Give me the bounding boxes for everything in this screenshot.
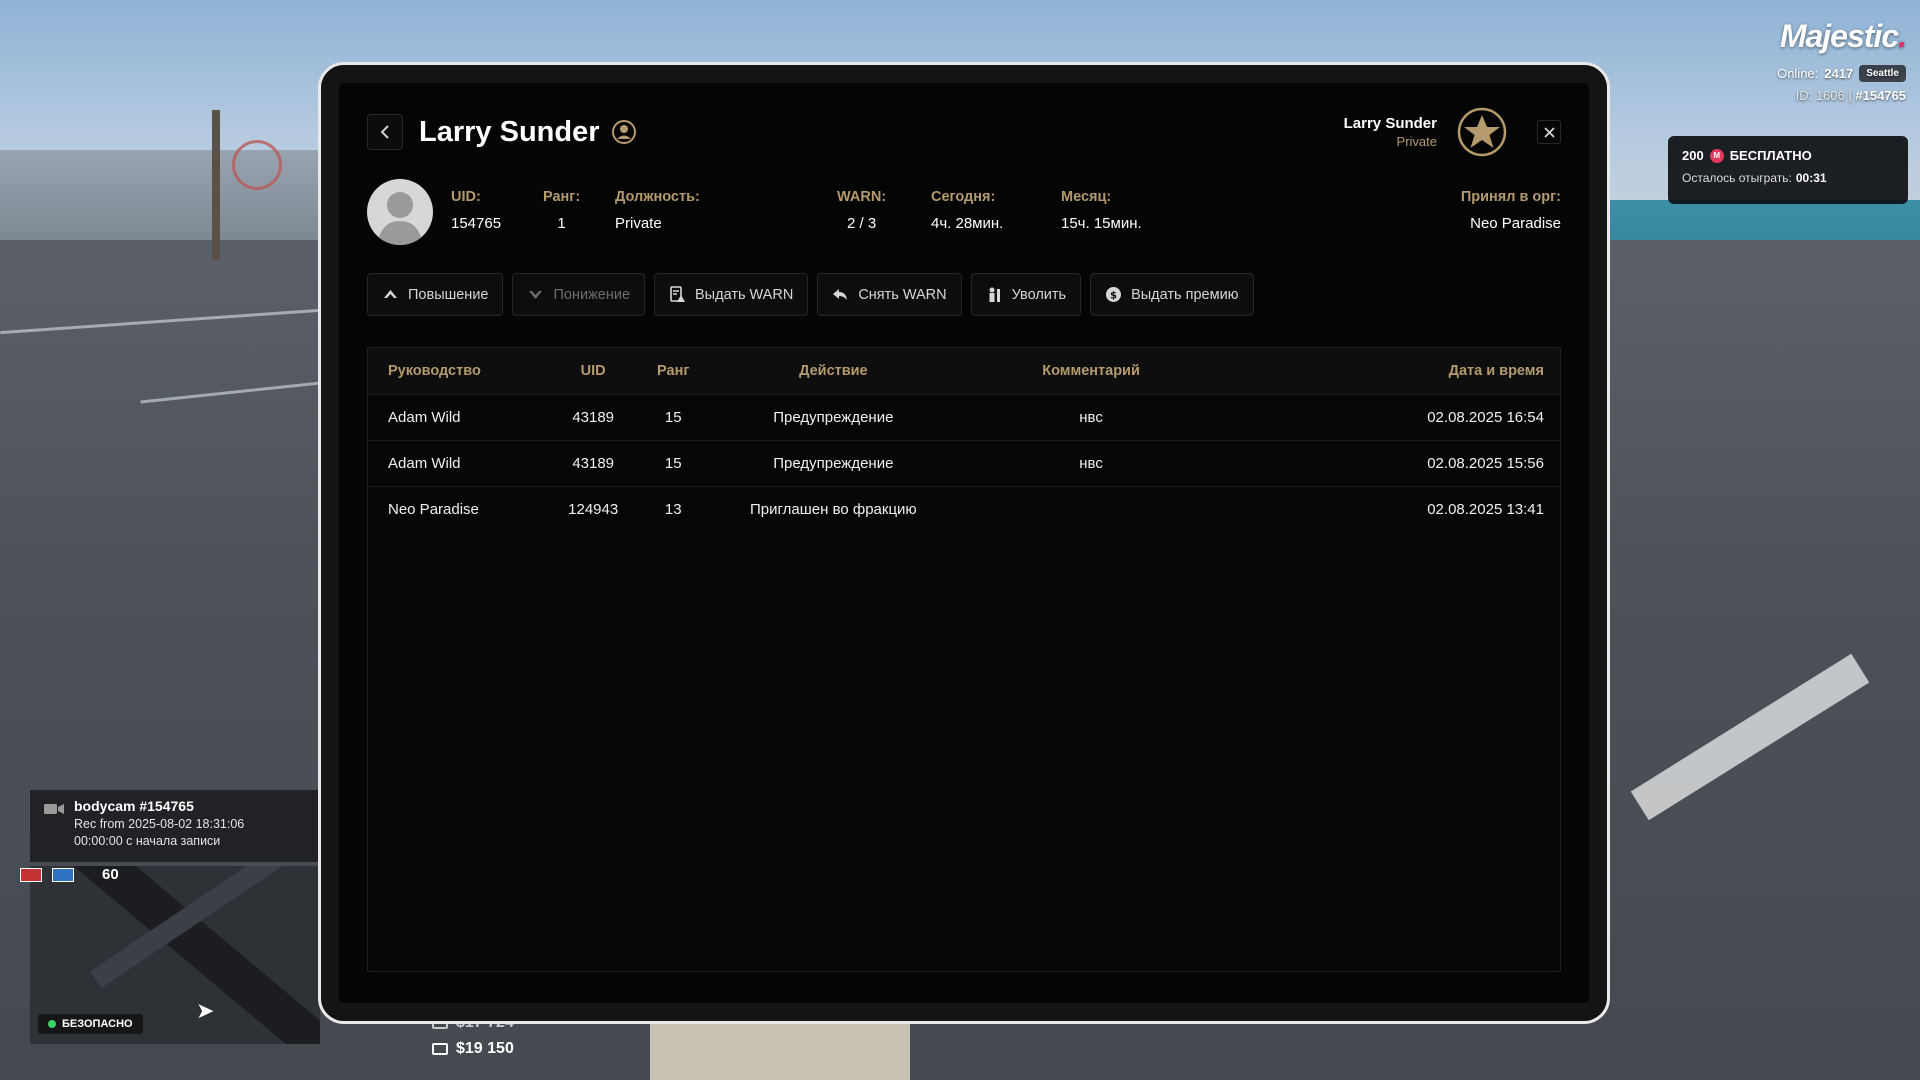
server-badge: Seattle [1859,65,1906,82]
profile-icon[interactable] [611,120,636,144]
bodycam-rec: Rec from 2025-08-02 18:31:06 [74,817,245,831]
remove-warn-button[interactable]: Снять WARN [817,273,962,316]
info-warn: WARN: 2 / 3 [837,189,887,232]
close-button[interactable] [1537,120,1561,144]
info-uid: UID: 154765 [451,189,502,232]
brand-logo: Majestic. [1779,18,1907,54]
coin-icon: $ [1106,287,1122,302]
member-profile-panel: Larry Sunder Larry Sunder Private UID: 1… [339,83,1589,1003]
bodycam-overlay: bodycam #154765 Rec from 2025-08-02 18:3… [30,790,320,862]
col-header-uid[interactable]: UID [548,348,638,394]
status-red-icon [20,867,42,882]
info-today: Сегодня: 4ч. 28мин. [931,189,1004,232]
header-player-name: Larry Sunder [1343,115,1437,132]
card-icon [432,1043,448,1055]
chevron-up-icon [384,290,397,298]
dismiss-button[interactable]: Уволить [970,273,1082,316]
status-blue-icon [52,867,74,882]
camera-icon [44,804,64,814]
table-row[interactable]: Neo Paradise 124943 13 Приглашен во фрак… [368,486,1560,532]
issue-warn-button[interactable]: Выдать WARN [654,273,809,316]
server-info-hud: Majestic. Online: 2417 Seattle ID: 1606 … [1777,18,1907,103]
free-reward-card[interactable]: 200 M БЕСПЛАТНО Осталось отыграть: 00:31 [1668,136,1908,204]
back-button[interactable] [367,114,403,150]
tablet-frame: Larry Sunder Larry Sunder Private UID: 1… [318,62,1610,1024]
star-badge-icon [1457,107,1507,157]
close-icon [1543,126,1555,138]
table-header-row: Руководство UID Ранг Действие Комментари… [368,348,1560,394]
bonus-button[interactable]: $ Выдать премию [1090,273,1254,316]
col-header-management[interactable]: Руководство [368,348,548,394]
undo-arrow-icon [833,289,848,300]
player-id: ID: 1606 | #154765 [1795,88,1906,103]
action-bar: Повышение Понижение Выдать WARN Снять WA… [367,273,1561,316]
zone-status: БЕЗОПАСНО [38,1014,143,1034]
promote-button[interactable]: Повышение [367,273,504,316]
col-header-comment[interactable]: Комментарий [958,348,1223,394]
coin-icon: M [1709,148,1724,163]
chevron-down-icon [529,291,543,299]
speed-value: 60 [102,866,119,883]
lamp-pole [212,110,220,260]
online-counter: Online: 2417 Seattle [1777,65,1906,82]
info-joined: Принял в орг: Neo Paradise [1460,189,1561,232]
table-row[interactable]: Adam Wild 43189 15 Предупреждение нвс 02… [368,440,1560,486]
document-warn-icon [670,286,686,302]
history-table: Руководство UID Ранг Действие Комментари… [367,347,1561,972]
vehicle-status: 60 [20,866,119,883]
svg-text:$: $ [1110,291,1117,302]
info-rank: Ранг: 1 [543,189,581,232]
avatar-silhouette-icon [377,192,423,245]
player-name: Larry Sunder [419,115,600,148]
bodycam-elapsed: 00:00:00 с начала записи [74,834,221,848]
col-header-rank[interactable]: Ранг [638,348,708,394]
ferris-wheel [232,140,282,190]
character-legs [650,1020,910,1080]
table-row[interactable]: Adam Wild 43189 15 Предупреждение нвс 02… [368,394,1560,440]
member-info-row: UID: 154765 Ранг: 1 Должность: Private W… [367,179,1561,245]
safe-dot-icon [48,1020,56,1028]
dismiss-person-icon [989,287,1000,302]
panel-header: Larry Sunder Larry Sunder Private [367,107,1561,157]
demote-button[interactable]: Понижение [512,273,646,316]
bodycam-title: bodycam #154765 [74,798,194,814]
info-month: Месяц: 15ч. 15мин. [1061,189,1142,232]
col-header-datetime[interactable]: Дата и время [1224,348,1560,394]
player-arrow-icon: ➤ [196,998,215,1023]
col-header-action[interactable]: Действие [708,348,958,394]
chevron-left-icon [380,125,389,139]
info-position: Должность: Private [615,189,700,232]
header-player-rank: Private [1396,134,1437,149]
avatar [367,179,433,245]
